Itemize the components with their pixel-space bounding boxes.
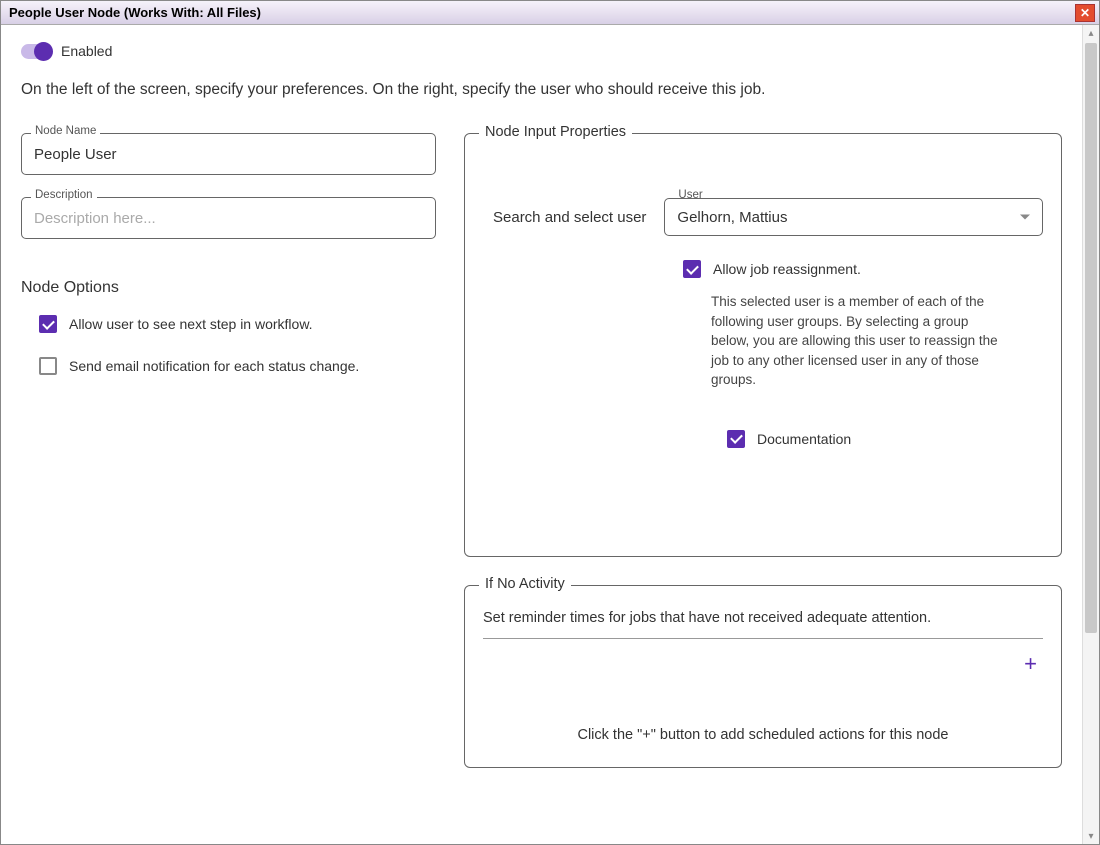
- no-activity-empty-text: Click the "+" button to add scheduled ac…: [483, 727, 1043, 749]
- content-area: Enabled On the left of the screen, speci…: [1, 25, 1082, 844]
- documentation-checkbox[interactable]: [727, 430, 745, 448]
- scroll-up-arrow-icon[interactable]: ▴: [1083, 25, 1099, 41]
- search-user-row: Search and select user User Gelhorn, Mat…: [493, 198, 1043, 236]
- allow-reassignment-checkbox[interactable]: [683, 260, 701, 278]
- node-options-title: Node Options: [21, 279, 436, 297]
- search-user-label: Search and select user: [493, 209, 646, 226]
- if-no-activity-body: Set reminder times for jobs that have no…: [465, 586, 1061, 767]
- user-select-wrap: User Gelhorn, Mattius: [664, 198, 1043, 236]
- plus-icon: +: [1024, 651, 1037, 676]
- allow-next-step-label: Allow user to see next step in workflow.: [69, 316, 313, 332]
- window-title: People User Node (Works With: All Files): [9, 5, 1075, 20]
- no-activity-description: Set reminder times for jobs that have no…: [483, 610, 1043, 639]
- add-action-row: +: [483, 649, 1043, 679]
- dialog-body: Enabled On the left of the screen, speci…: [1, 25, 1099, 844]
- add-action-button[interactable]: +: [1018, 649, 1043, 679]
- allow-next-step-row: Allow user to see next step in workflow.: [39, 315, 436, 333]
- documentation-label: Documentation: [757, 431, 851, 447]
- close-button[interactable]: ✕: [1075, 4, 1095, 22]
- close-icon: ✕: [1080, 7, 1090, 19]
- description-field: Description: [21, 197, 436, 239]
- enabled-toggle[interactable]: [21, 44, 51, 59]
- left-column: Node Name Description Node Options Allow…: [21, 133, 436, 796]
- node-name-label: Node Name: [31, 125, 100, 137]
- node-input-properties-legend: Node Input Properties: [479, 124, 632, 140]
- node-input-properties-body: Search and select user User Gelhorn, Mat…: [465, 134, 1061, 556]
- titlebar: People User Node (Works With: All Files)…: [1, 1, 1099, 25]
- send-email-row: Send email notification for each status …: [39, 357, 436, 375]
- dialog-window: People User Node (Works With: All Files)…: [0, 0, 1100, 845]
- user-select-value: Gelhorn, Mattius: [677, 209, 787, 226]
- if-no-activity-legend: If No Activity: [479, 576, 571, 592]
- toggle-knob: [34, 42, 53, 61]
- node-input-properties-group: Node Input Properties Search and select …: [464, 133, 1062, 557]
- columns: Node Name Description Node Options Allow…: [21, 133, 1062, 796]
- allow-reassignment-row: Allow job reassignment.: [683, 260, 1043, 278]
- chevron-down-icon: [1020, 215, 1030, 220]
- description-input[interactable]: [21, 197, 436, 239]
- scroll-thumb[interactable]: [1085, 43, 1097, 633]
- allow-next-step-checkbox[interactable]: [39, 315, 57, 333]
- documentation-row: Documentation: [727, 430, 1043, 448]
- send-email-checkbox[interactable]: [39, 357, 57, 375]
- enabled-toggle-row: Enabled: [21, 43, 1062, 59]
- intro-text: On the left of the screen, specify your …: [21, 81, 1062, 99]
- right-column: Node Input Properties Search and select …: [464, 133, 1062, 796]
- scroll-down-arrow-icon[interactable]: ▾: [1083, 828, 1099, 844]
- allow-reassignment-label: Allow job reassignment.: [713, 261, 861, 277]
- node-name-input[interactable]: [21, 133, 436, 175]
- reassignment-block: Allow job reassignment. This selected us…: [683, 260, 1043, 448]
- enabled-label: Enabled: [61, 43, 112, 59]
- reassignment-help-text: This selected user is a member of each o…: [711, 292, 1001, 390]
- node-name-field: Node Name: [21, 133, 436, 175]
- send-email-label: Send email notification for each status …: [69, 358, 359, 374]
- description-label: Description: [31, 189, 97, 201]
- vertical-scrollbar[interactable]: ▴ ▾: [1082, 25, 1099, 844]
- user-select[interactable]: Gelhorn, Mattius: [664, 198, 1043, 236]
- if-no-activity-group: If No Activity Set reminder times for jo…: [464, 585, 1062, 768]
